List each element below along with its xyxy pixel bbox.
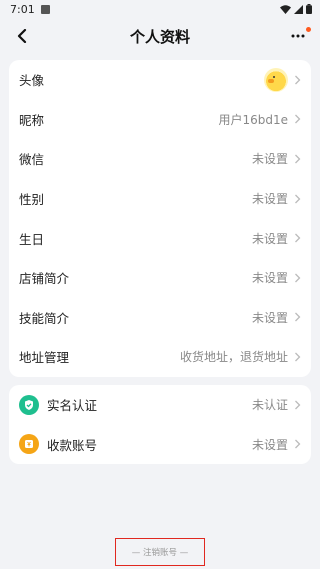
notification-dot [306,27,311,32]
row-skill-intro[interactable]: 技能简介 未设置 [9,298,311,338]
signal-icon [294,4,303,14]
footer: — 注销账号 — [0,538,320,566]
row-value: 未设置 [251,231,288,246]
row-value: 未设置 [251,271,288,286]
chevron-right-icon [295,194,301,204]
row-label: 地址管理 [19,350,70,366]
more-button[interactable] [286,24,311,48]
chevron-right-icon [295,75,301,85]
chevron-right-icon [295,273,301,283]
row-avatar[interactable]: 头像 [9,60,311,100]
chevron-right-icon [295,352,301,362]
status-time: 7:01 [10,2,35,16]
row-birthday[interactable]: 生日 未设置 [9,218,311,258]
row-label: 性别 [19,192,45,208]
notification-icon [40,4,50,14]
row-value: 用户16bd1e [218,112,288,127]
row-verification[interactable]: 实名认证 未认证 [9,385,311,425]
wifi-icon [280,4,291,14]
row-value: 未设置 [251,192,288,207]
account-card: 实名认证 未认证 收款账号 未设置 [9,384,311,464]
page-title: 个人资料 [129,27,190,46]
row-nickname[interactable]: 昵称 用户16bd1e [9,100,311,140]
row-label: 实名认证 [47,398,98,414]
row-gender[interactable]: 性别 未设置 [9,179,311,219]
shield-check-icon [19,394,39,415]
row-shop-intro[interactable]: 店铺简介 未设置 [9,258,311,298]
avatar [264,67,288,92]
row-address[interactable]: 地址管理 收货地址，退货地址 [9,337,311,377]
row-label: 生日 [19,231,45,247]
battery-icon [306,4,312,14]
row-payment-account[interactable]: 收款账号 未设置 [9,424,311,464]
cancel-account-label: — 注销账号 — [131,548,189,558]
row-label: 昵称 [19,112,45,128]
more-icon [291,34,305,38]
profile-card: 头像 昵称 用户16bd1e 微信 未设置 性别 未设置 生日 未设置 店铺简介… [9,60,311,377]
row-label: 头像 [19,73,45,89]
row-value: 未设置 [251,152,288,167]
chevron-right-icon [295,233,301,243]
back-button[interactable] [10,24,34,48]
status-bar: 7:01 [0,0,320,18]
nav-bar: 个人资料 [0,18,320,54]
row-wechat[interactable]: 微信 未设置 [9,139,311,179]
row-value: 收货地址，退货地址 [179,350,288,365]
row-label: 店铺简介 [19,271,70,287]
chevron-right-icon [295,400,301,410]
cancel-account-button[interactable]: — 注销账号 — [115,538,205,566]
row-label: 微信 [19,152,45,168]
row-value: 未认证 [251,398,288,413]
row-value: 未设置 [251,310,288,325]
row-label: 技能简介 [19,310,70,326]
chevron-right-icon [295,439,301,449]
chevron-right-icon [295,114,301,124]
chevron-right-icon [295,312,301,322]
row-value: 未设置 [251,437,288,452]
wallet-icon [19,434,39,455]
chevron-right-icon [295,154,301,164]
chevron-left-icon [17,29,27,43]
row-label: 收款账号 [47,437,98,453]
